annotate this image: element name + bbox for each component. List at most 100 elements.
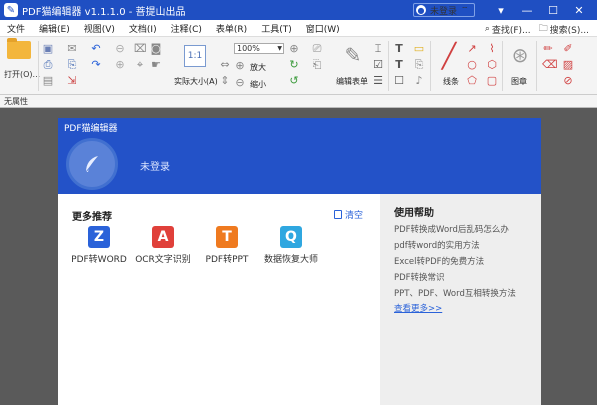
actual-size-label: 实际大小(A) — [174, 77, 218, 86]
divider — [388, 41, 389, 91]
pentagon-icon[interactable]: ⬡ — [486, 59, 498, 71]
stamp-icon[interactable]: ⊛ — [508, 43, 532, 67]
magnifier-icon[interactable]: ⊕ — [288, 43, 300, 55]
textfield-icon[interactable]: ⌶ — [372, 43, 384, 55]
user-icon: ● — [416, 5, 426, 15]
recommend-pdf-to-word[interactable]: Z PDF转WORD — [64, 226, 134, 265]
sound-icon[interactable]: ♪ — [413, 75, 425, 87]
forward-icon[interactable]: ⊕ — [114, 59, 126, 71]
rectangle-icon[interactable]: ▢ — [486, 75, 498, 87]
pencil-icon[interactable]: ✏ — [542, 43, 554, 55]
back-icon[interactable]: ⊖ — [114, 43, 126, 55]
typewriter-icon[interactable]: T — [393, 43, 405, 55]
scan-icon[interactable]: ⎘ — [66, 59, 78, 71]
page-icon[interactable]: ▤ — [42, 75, 54, 87]
recommend-label: PDF转PPT — [205, 255, 249, 265]
properties-bar: 无属性 — [0, 95, 597, 108]
user-status[interactable]: 未登录 — [140, 158, 170, 173]
help-link[interactable]: pdf转word的实用方法 — [394, 239, 480, 251]
list-icon[interactable]: ☰ — [372, 75, 384, 87]
menu-right-tools: ⌕ 查找(F)... 🗀 搜索(S)... — [485, 21, 589, 37]
minimize-button[interactable]: — — [514, 0, 540, 20]
help-title: 使用帮助 — [394, 208, 434, 219]
textbox-icon[interactable]: T — [393, 59, 405, 71]
user-avatar[interactable] — [66, 138, 118, 190]
camera-icon[interactable]: ⌧ — [134, 43, 147, 55]
menu-form[interactable]: 表单(R) — [209, 22, 254, 35]
help-link[interactable]: PPT、PDF、Word互相转换方法 — [394, 287, 516, 299]
open-button[interactable]: 打开(O)... — [4, 38, 40, 80]
chevron-down-icon: ▼ — [277, 45, 282, 52]
recommend-data-recovery[interactable]: Q 数据恢复大师 — [256, 226, 326, 265]
zoom-out-icon[interactable]: ⊖ — [234, 77, 246, 89]
menu-tools[interactable]: 工具(T) — [254, 22, 299, 35]
maximize-button[interactable]: ☐ — [540, 0, 566, 20]
start-panel: PDF猫编辑器 未登录 更多推荐 清空 Z PDF转WORD A OCR文字识别… — [58, 118, 541, 405]
clear-button[interactable]: 清空 — [334, 208, 363, 221]
actual-size-icon[interactable]: 1:1 — [184, 45, 206, 67]
zoom-in-label[interactable]: 放大 — [250, 62, 266, 73]
stamp-tool-icon[interactable]: ⎚ — [311, 43, 323, 55]
mail-icon[interactable]: ✉ — [66, 43, 78, 55]
menu-document[interactable]: 文档(I) — [122, 22, 164, 35]
ocr-icon: A — [152, 226, 174, 248]
menu-file[interactable]: 文件 — [0, 22, 32, 35]
edit-form-label: 编辑表单 — [336, 77, 368, 86]
fit-width-icon[interactable]: ⇔ — [219, 59, 231, 71]
feather-icon — [85, 156, 98, 173]
save-icon[interactable]: ▣ — [42, 43, 54, 55]
rotate-ccw-icon[interactable]: ↺ — [288, 75, 300, 87]
menu-view[interactable]: 视图(V) — [77, 22, 122, 35]
rotate-cw-icon[interactable]: ↻ — [288, 59, 300, 71]
paperclip-icon[interactable]: ⎘ — [413, 59, 425, 71]
attach-icon[interactable]: ⎗ — [311, 59, 323, 71]
zoom-select[interactable]: 100% ▼ — [234, 43, 284, 54]
folder-search-icon: 🗀 — [538, 24, 548, 34]
line-icon[interactable]: ╱ — [436, 43, 462, 69]
clear-label: 清空 — [345, 211, 364, 221]
search-button[interactable]: 🗀 搜索(S)... — [539, 21, 589, 37]
zoom-in-icon[interactable]: ⊕ — [234, 60, 246, 72]
callout-icon[interactable]: ☐ — [393, 75, 405, 87]
polyline-icon[interactable]: ⌇ — [486, 43, 498, 55]
menu-window[interactable]: 窗口(W) — [299, 22, 347, 35]
help-link[interactable]: Excel转PDF的免费方法 — [394, 255, 484, 267]
trash-icon — [334, 210, 342, 219]
fit-page-icon[interactable]: ⇕ — [219, 75, 231, 87]
help-more-link[interactable]: 查看更多>> — [394, 302, 442, 314]
menu-toggle-icon[interactable]: ▾ — [488, 0, 514, 20]
help-link[interactable]: PDF转换常识 — [394, 271, 445, 283]
zoom-out-label[interactable]: 缩小 — [250, 79, 266, 90]
close-button[interactable]: ✕ — [566, 0, 592, 20]
hand-icon[interactable]: ☛ — [150, 59, 162, 71]
redo-icon[interactable]: ↷ — [90, 59, 102, 71]
help-link[interactable]: PDF转换成Word后乱码怎么办 — [394, 223, 509, 235]
snapshot-icon[interactable]: ◙ — [150, 43, 162, 55]
highlight-icon[interactable]: ✐ — [562, 43, 574, 55]
recommend-label: PDF转WORD — [71, 255, 127, 265]
menu-comment[interactable]: 注释(C) — [164, 22, 209, 35]
note-icon[interactable]: ▭ — [413, 43, 425, 55]
select-icon[interactable]: ⌖ — [134, 59, 146, 71]
polygon-icon[interactable]: ⬠ — [466, 75, 478, 87]
menu-edit[interactable]: 编辑(E) — [32, 22, 77, 35]
circle-icon[interactable]: ○ — [466, 59, 478, 71]
edit-form-icon[interactable]: ✎ — [341, 43, 365, 67]
export-icon[interactable]: ⇲ — [66, 75, 78, 87]
search-label: 搜索(S)... — [549, 25, 589, 36]
recommend-label: 数据恢复大师 — [263, 255, 318, 265]
undo-icon[interactable]: ↶ — [90, 43, 102, 55]
recovery-icon: Q — [280, 226, 302, 248]
find-button[interactable]: ⌕ 查找(F)... — [485, 21, 531, 37]
toolbar: 打开(O)... ▣ ⎙ ▤ ✉ ⎘ ⇲ ↶ ↷ ⊖ ⊕ ⌧ ⌖ ◙ ☛ 1:1… — [0, 37, 597, 95]
area-highlight-icon[interactable]: ▨ — [562, 59, 574, 71]
strikeout-icon[interactable]: ⊘ — [562, 75, 574, 87]
checkbox-icon[interactable]: ☑ — [372, 59, 384, 71]
login-button[interactable]: ● 未登录 ⌔ — [413, 3, 475, 17]
recommend-pdf-to-ppt[interactable]: T PDF转PPT — [192, 226, 262, 265]
print-icon[interactable]: ⎙ — [42, 59, 54, 71]
zoom-value: 100% — [237, 44, 260, 53]
arrow-icon[interactable]: ↗ — [466, 43, 478, 55]
recommend-ocr[interactable]: A OCR文字识别 — [128, 226, 198, 265]
eraser-icon[interactable]: ⌫ — [542, 59, 558, 71]
